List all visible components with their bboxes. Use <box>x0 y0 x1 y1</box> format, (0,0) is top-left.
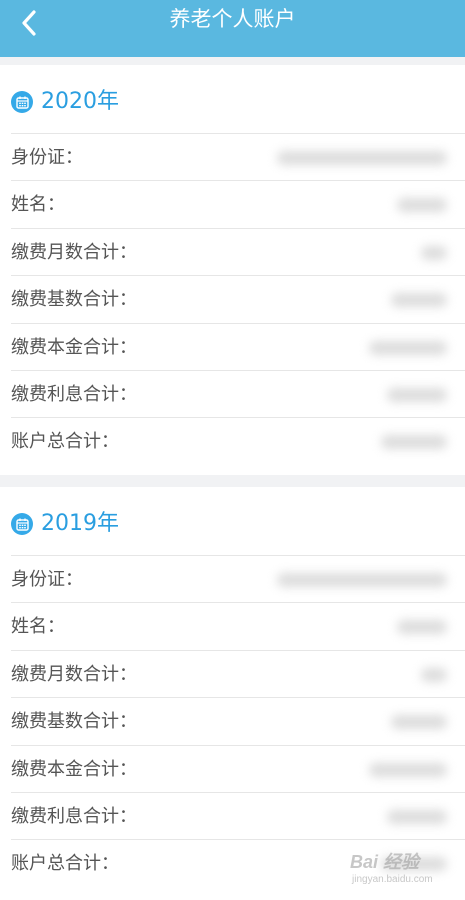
field-row-base: 缴费基数合计： <box>11 275 465 322</box>
watermark-sub-text: jingyan.baidu.com <box>352 874 433 885</box>
account-field-list: 身份证： 姓名： 缴费月数合计： 缴费基数合计： 缴费本金合计： 缴费利息合计：… <box>11 555 465 887</box>
redacted-value <box>369 762 447 777</box>
field-row-principal: 缴费本金合计： <box>11 744 465 792</box>
field-label: 缴费基数合计： <box>11 289 137 311</box>
redacted-value <box>277 573 447 587</box>
field-label: 姓名： <box>11 616 65 638</box>
baidu-jingyan-watermark: Bai 经验 jingyan.baidu.com <box>340 848 450 892</box>
year-header: 2020年 <box>11 87 119 117</box>
field-row-months: 缴费月数合计： <box>11 227 465 275</box>
page-title: 养老个人账户 <box>169 7 296 31</box>
watermark-main-text: Bai 经验 <box>350 852 420 872</box>
field-label: 身份证： <box>11 147 83 168</box>
redacted-value <box>397 620 447 635</box>
field-row-interest: 缴费利息合计： <box>11 369 465 417</box>
field-row-id-card: 身份证： <box>11 133 465 180</box>
field-label: 缴费利息合计： <box>11 383 137 405</box>
field-row-name: 姓名： <box>11 180 465 227</box>
app-header: 养老个人账户 <box>0 0 465 57</box>
field-row-total: 账户总合计： <box>11 417 465 464</box>
year-header: 2019年 <box>11 509 119 539</box>
calendar-icon <box>11 91 33 113</box>
field-label: 缴费月数合计： <box>11 241 137 263</box>
field-row-principal: 缴费本金合计： <box>11 322 465 370</box>
redacted-value <box>391 293 447 308</box>
redacted-value <box>397 198 447 213</box>
field-label: 缴费本金合计： <box>11 758 137 780</box>
redacted-value <box>387 387 447 402</box>
year-label: 2020年 <box>41 89 119 114</box>
field-label: 账户总合计： <box>11 431 119 453</box>
year-label: 2019年 <box>41 511 119 536</box>
redacted-value <box>277 151 447 165</box>
redacted-value <box>391 715 447 730</box>
field-label: 身份证： <box>11 569 83 590</box>
redacted-value <box>421 667 447 682</box>
redacted-value <box>421 245 447 260</box>
field-row-base: 缴费基数合计： <box>11 697 465 744</box>
field-label: 账户总合计： <box>11 853 119 875</box>
redacted-value <box>387 809 447 824</box>
field-label: 缴费基数合计： <box>11 711 137 733</box>
section-divider <box>0 57 465 65</box>
redacted-value <box>369 340 447 355</box>
account-field-list: 身份证： 姓名： 缴费月数合计： 缴费基数合计： 缴费本金合计： 缴费利息合计：… <box>11 133 465 465</box>
field-row-months: 缴费月数合计： <box>11 649 465 697</box>
section-divider <box>0 475 465 487</box>
field-label: 缴费本金合计： <box>11 336 137 358</box>
field-label: 缴费月数合计： <box>11 663 137 685</box>
year-section-2019: 2019年 身份证： 姓名： 缴费月数合计： 缴费基数合计： 缴费本金合计： 缴… <box>0 487 465 900</box>
redacted-value <box>381 435 447 450</box>
field-row-interest: 缴费利息合计： <box>11 791 465 839</box>
calendar-icon <box>11 513 33 535</box>
field-label: 缴费利息合计： <box>11 805 137 827</box>
field-label: 姓名： <box>11 194 65 216</box>
field-row-id-card: 身份证： <box>11 555 465 602</box>
year-section-2020: 2020年 身份证： 姓名： 缴费月数合计： 缴费基数合计： 缴费本金合计： 缴… <box>0 65 465 475</box>
field-row-name: 姓名： <box>11 602 465 649</box>
